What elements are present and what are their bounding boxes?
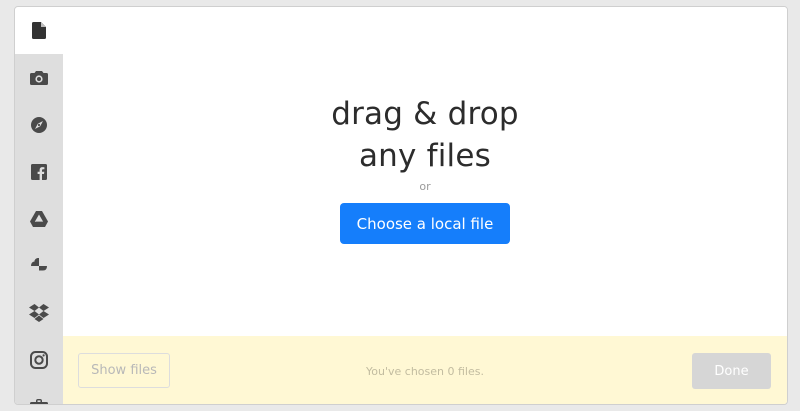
headline-line-2: any files	[358, 138, 491, 174]
google-photos-icon	[31, 257, 47, 270]
camera-icon	[30, 70, 48, 85]
facebook-icon	[31, 163, 47, 180]
tab-url[interactable]	[15, 101, 63, 148]
tab-camera[interactable]	[15, 54, 63, 101]
tab-local-files[interactable]	[15, 7, 63, 54]
source-sidebar	[15, 7, 63, 404]
or-separator: or	[419, 180, 431, 193]
tab-instagram[interactable]	[15, 336, 63, 383]
file-count-status: You've chosen 0 files.	[366, 365, 484, 378]
briefcase-icon	[30, 398, 48, 404]
upload-dialog: drag & drop any files or Choose a local …	[14, 6, 788, 405]
tab-google-drive[interactable]	[15, 195, 63, 242]
drop-zone[interactable]: drag & drop any files or Choose a local …	[63, 7, 787, 336]
file-icon	[32, 22, 46, 39]
done-button[interactable]: Done	[692, 353, 771, 389]
instagram-icon	[30, 350, 48, 369]
dropbox-icon	[29, 303, 49, 322]
tab-facebook[interactable]	[15, 148, 63, 195]
headline-line-1: drag & drop	[331, 96, 519, 132]
tab-dropbox[interactable]	[15, 289, 63, 336]
compass-icon	[31, 116, 47, 133]
drop-headline: drag & drop any files	[63, 93, 787, 177]
footer-bar: Show files You've chosen 0 files. Done	[63, 336, 787, 404]
google-drive-icon	[30, 210, 48, 227]
choose-local-file-button[interactable]: Choose a local file	[340, 203, 510, 244]
tab-more[interactable]	[15, 383, 63, 404]
tab-google-photos[interactable]	[15, 242, 63, 289]
